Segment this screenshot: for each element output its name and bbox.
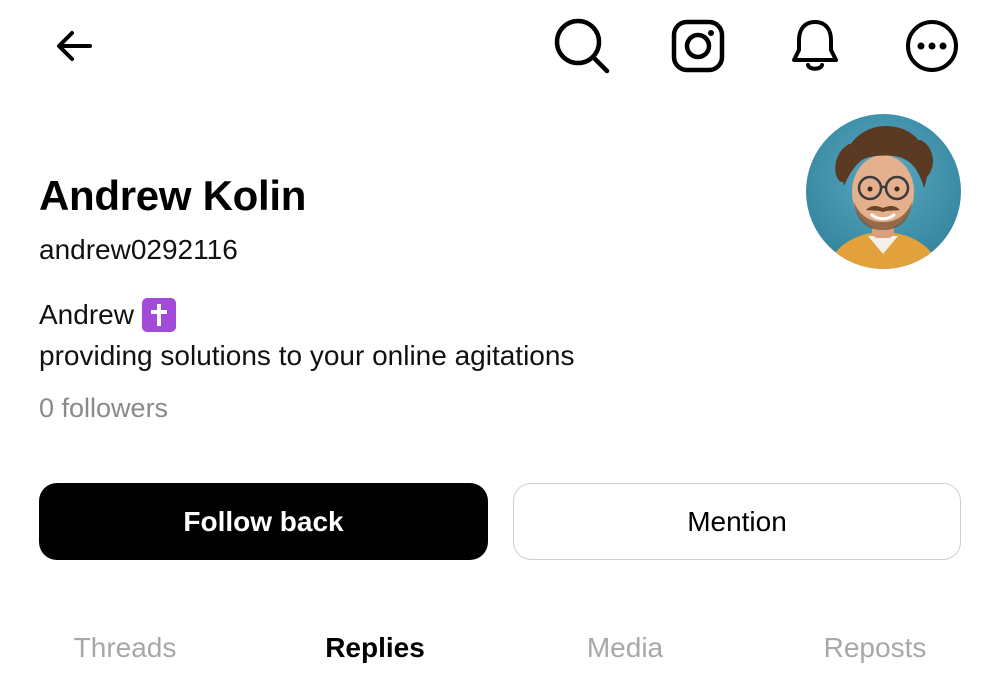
username[interactable]: andrew0292116 [39,234,238,266]
avatar-photo [806,114,961,269]
arrow-left-icon [57,31,92,61]
more-horizontal-icon [906,20,958,72]
follow-back-button[interactable]: Follow back [39,483,488,560]
bio-first-line: Andrew [39,298,176,332]
tab-reposts[interactable]: Reposts [750,632,1000,664]
profile-tabs: Threads Replies Media Reposts [0,620,1000,699]
display-name: Andrew Kolin [39,172,307,219]
bio-name: Andrew [39,299,134,330]
search-button[interactable] [550,14,614,78]
tab-replies[interactable]: Replies [250,632,500,664]
profile-page: Andrew Kolin andrew0292116 Andrew provid… [0,0,1000,699]
tab-media[interactable]: Media [500,632,750,664]
top-bar [0,0,1000,92]
tab-threads[interactable]: Threads [0,632,250,664]
latin-cross-icon [141,298,176,332]
search-icon [554,18,610,74]
instagram-button[interactable] [666,14,730,78]
bell-icon [792,20,838,71]
mention-button[interactable]: Mention [513,483,961,560]
instagram-icon [671,19,725,73]
bio-text: providing solutions to your online agita… [39,340,575,371]
followers-count[interactable]: 0 followers [39,393,168,424]
avatar[interactable] [806,114,961,269]
back-button[interactable] [42,14,106,78]
more-options-button[interactable] [900,14,964,78]
notifications-button[interactable] [783,14,847,78]
